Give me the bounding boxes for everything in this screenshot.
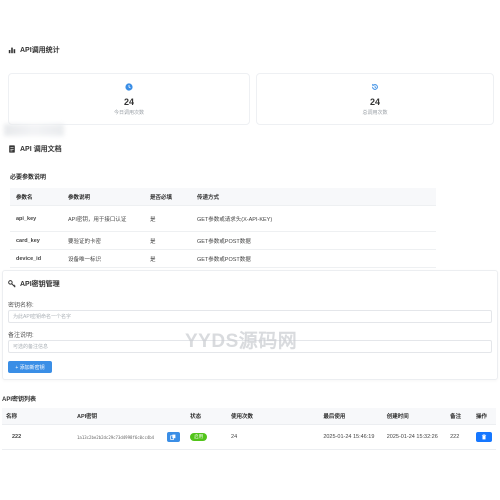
- today-calls-label: 今日调用次数: [113, 110, 144, 116]
- key-list-header-row: 名称 API密钥 状态 使用次数 最后使用 创建时间 备注 操作: [2, 408, 496, 425]
- param-desc: 设备唯一标识: [62, 249, 144, 268]
- docs-section-title: API 调用文档: [8, 144, 62, 154]
- stats-section-title: API调用统计: [8, 45, 60, 55]
- status-cell: 启用: [186, 424, 228, 450]
- col-created: 创建时间: [382, 408, 447, 425]
- blurred-logo: [4, 124, 64, 136]
- param-method: GET参数或POST数据: [191, 231, 436, 250]
- col-uses: 使用次数: [227, 408, 320, 425]
- history-icon: [371, 83, 378, 90]
- key-name-cell: 222: [2, 424, 38, 450]
- param-name: device_id: [10, 249, 62, 268]
- table-row: device_id 设备唯一标识 是 GET参数或POST数据: [10, 249, 436, 268]
- delete-key-button[interactable]: [476, 432, 492, 442]
- col-note: 备注: [446, 408, 472, 425]
- copy-icon: [170, 434, 176, 440]
- key-manage-title: API密钥管理: [8, 279, 60, 289]
- table-row: card_key 要验证的卡密 是 GET参数或POST数据: [10, 231, 436, 250]
- col-param-desc: 参数说明: [62, 188, 144, 206]
- key-value-cell: 1a13c2be2b2dc29c73d4998f6c0cc4b4: [37, 424, 187, 450]
- param-required: 是: [144, 249, 191, 268]
- param-name: api_key: [10, 205, 62, 232]
- params-table: 参数名 参数说明 是否必填 传递方式 api_key API密钥，用于接口认证 …: [10, 188, 436, 268]
- param-method: GET参数或POST数据: [191, 249, 436, 268]
- col-last-used: 最后使用: [319, 408, 383, 425]
- bar-chart-icon: [8, 47, 16, 54]
- trash-icon: [481, 434, 487, 440]
- copy-key-button[interactable]: [166, 432, 180, 442]
- param-desc: 要验证的卡密: [62, 231, 144, 250]
- add-key-button[interactable]: + 添加新密钥: [8, 361, 52, 373]
- col-name: 名称: [2, 408, 38, 425]
- last-used-cell: 2025-01-24 15:46:19: [319, 424, 383, 450]
- col-param-required: 是否必填: [144, 188, 191, 206]
- key-list-title: API密钥列表: [2, 397, 37, 403]
- note-cell: 222: [446, 424, 472, 450]
- col-status: 状态: [186, 408, 228, 425]
- key-list-table: 名称 API密钥 状态 使用次数 最后使用 创建时间 备注 操作 222 1a1…: [2, 408, 496, 450]
- document-icon: [9, 145, 15, 153]
- params-header-row: 参数名 参数说明 是否必填 传递方式: [10, 188, 436, 206]
- status-badge: 启用: [190, 433, 208, 441]
- params-subtitle: 必要参数说明: [10, 175, 47, 181]
- api-key-text: 1a13c2be2b2dc29c73d4998f6c0cc4b4: [77, 434, 155, 440]
- table-row: 222 1a13c2be2b2dc29c73d4998f6c0cc4b4 启用 …: [2, 424, 496, 450]
- col-key: API密钥: [37, 408, 187, 425]
- clock-icon: [125, 83, 133, 91]
- param-desc: API密钥，用于接口认证: [62, 205, 144, 232]
- param-required: 是: [144, 205, 191, 232]
- watermark: YYDS源码网: [185, 331, 298, 352]
- col-actions: 操作: [472, 408, 496, 425]
- col-param-method: 传递方式: [191, 188, 436, 206]
- param-name: card_key: [10, 231, 62, 250]
- param-method: GET参数或请求头(X-API-KEY): [191, 205, 436, 232]
- total-calls-value: 24: [369, 97, 380, 107]
- total-calls-card: 24 总调用次数: [256, 73, 494, 125]
- col-param-name: 参数名: [10, 188, 62, 206]
- key-icon: [8, 280, 16, 288]
- total-calls-label: 总调用次数: [362, 110, 388, 116]
- key-name-input[interactable]: 为此API密钥命名一个名字: [8, 310, 492, 323]
- created-cell: 2025-01-24 15:32:26: [382, 424, 447, 450]
- today-calls-card: 24 今日调用次数: [8, 73, 250, 125]
- key-note-label: 备注说明:: [8, 333, 34, 339]
- today-calls-value: 24: [123, 97, 134, 107]
- key-name-label: 密钥名称:: [8, 303, 34, 309]
- actions-cell: [472, 424, 496, 450]
- uses-cell: 24: [227, 424, 320, 450]
- param-required: 是: [144, 231, 191, 250]
- key-manage-card: [2, 270, 498, 380]
- table-row: api_key API密钥，用于接口认证 是 GET参数或请求头(X-API-K…: [10, 205, 436, 232]
